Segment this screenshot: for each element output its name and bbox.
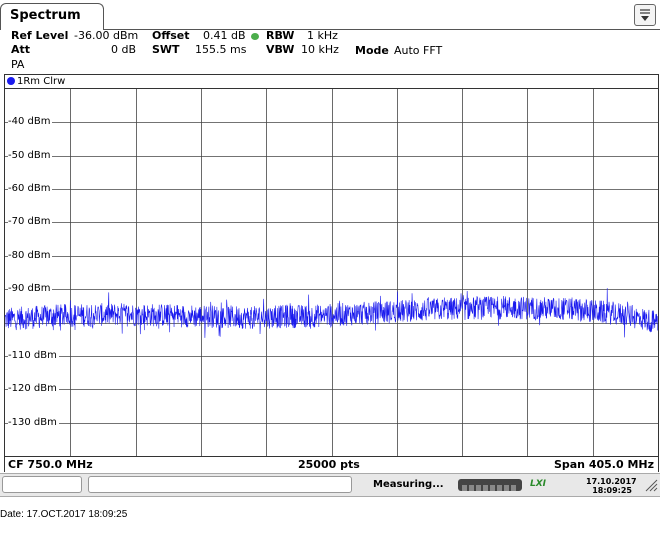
offset-indicator-icon bbox=[251, 33, 259, 40]
mode-value: Auto FFT bbox=[394, 44, 443, 57]
plot-area[interactable] bbox=[5, 89, 658, 456]
att-value: 0 dB bbox=[111, 43, 137, 56]
status-bar: Measuring... LXI 17.10.2017 18:09:25 bbox=[0, 473, 660, 497]
y-tick-label: -70 dBm bbox=[8, 216, 53, 228]
center-frequency: CF 750.0 MHz bbox=[8, 458, 93, 471]
y-tick-label: -80 dBm bbox=[8, 250, 53, 262]
sweep-points: 25000 pts bbox=[298, 458, 360, 471]
y-tick-label: -130 dBm bbox=[8, 417, 59, 429]
y-tick-label: -120 dBm bbox=[8, 383, 59, 395]
trace-series bbox=[5, 288, 658, 338]
graph-footer: CF 750.0 MHz 25000 pts Span 405.0 MHz bbox=[5, 456, 658, 472]
y-tick-label: -110 dBm bbox=[8, 350, 59, 362]
status-field-1[interactable] bbox=[2, 476, 82, 493]
vbw-value: 10 kHz bbox=[301, 43, 339, 56]
frequency-span: Span 405.0 MHz bbox=[553, 458, 654, 471]
offset-label: Offset bbox=[152, 29, 190, 42]
vbw-label: VBW bbox=[266, 43, 295, 56]
clock-time: 18:09:25 bbox=[592, 486, 632, 495]
spectrum-tab[interactable]: Spectrum bbox=[0, 3, 104, 30]
trace-line bbox=[5, 288, 658, 338]
y-tick-label: -40 dBm bbox=[8, 116, 53, 128]
status-field-2[interactable] bbox=[88, 476, 352, 493]
menu-icon bbox=[640, 9, 650, 21]
pa-label: PA bbox=[11, 58, 25, 71]
swt-label: SWT bbox=[152, 43, 180, 56]
ref-level-value: -36.00 dBm bbox=[74, 29, 139, 42]
trace-label: 1Rm Clrw bbox=[17, 76, 66, 87]
grid-lines bbox=[5, 89, 658, 456]
lxi-logo: LXI bbox=[530, 479, 547, 489]
ref-level-label: Ref Level bbox=[11, 29, 69, 42]
resize-grip-icon[interactable] bbox=[644, 478, 658, 492]
progress-segments-icon bbox=[462, 485, 516, 491]
y-tick-label: -50 dBm bbox=[8, 150, 53, 162]
y-tick-label: -90 dBm bbox=[8, 283, 53, 295]
trace-dot-icon bbox=[7, 77, 15, 85]
clock-date: 17.10.2017 bbox=[586, 477, 637, 486]
rbw-value: 1 kHz bbox=[307, 29, 338, 42]
y-tick-label: -60 dBm bbox=[8, 183, 53, 195]
measuring-status: Measuring... bbox=[373, 479, 444, 490]
progress-bar bbox=[458, 479, 522, 491]
swt-value: 155.5 ms bbox=[195, 43, 247, 56]
mode-label: Mode bbox=[355, 44, 389, 57]
capture-date: Date: 17.OCT.2017 18:09:25 bbox=[0, 509, 128, 520]
trace-label-bar: 1Rm Clrw bbox=[5, 75, 658, 89]
att-label: Att bbox=[11, 43, 31, 56]
clock: 17.10.2017 18:09:25 bbox=[586, 477, 637, 495]
menu-button[interactable] bbox=[634, 4, 656, 26]
rbw-label: RBW bbox=[266, 29, 295, 42]
offset-value: 0.41 dB bbox=[203, 29, 246, 42]
